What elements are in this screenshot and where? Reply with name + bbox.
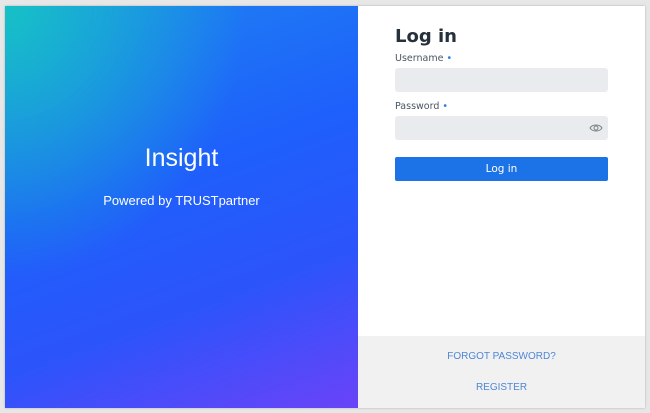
register-link[interactable]: REGISTER (358, 382, 645, 393)
login-window: Insight Powered by TRUSTpartner Log in U… (5, 6, 645, 408)
app-title: Insight (144, 144, 219, 172)
login-form: Log in Username • Password • Log in (358, 6, 645, 336)
eye-icon[interactable] (589, 123, 603, 133)
brand-panel: Insight Powered by TRUSTpartner (5, 6, 358, 408)
forgot-password-link[interactable]: FORGOT PASSWORD? (358, 351, 645, 362)
password-label: Password • (395, 101, 448, 112)
username-label: Username • (395, 53, 452, 64)
username-label-text: Username (395, 53, 444, 64)
username-input[interactable] (395, 68, 608, 92)
login-button[interactable]: Log in (395, 157, 608, 181)
login-heading: Log in (395, 26, 457, 47)
required-marker: • (442, 101, 448, 112)
password-label-text: Password (395, 101, 440, 112)
required-marker: • (446, 53, 453, 64)
powered-by-text: Powered by TRUSTpartner (103, 193, 260, 208)
footer-panel: FORGOT PASSWORD? REGISTER (358, 336, 645, 408)
password-input[interactable] (395, 116, 608, 140)
